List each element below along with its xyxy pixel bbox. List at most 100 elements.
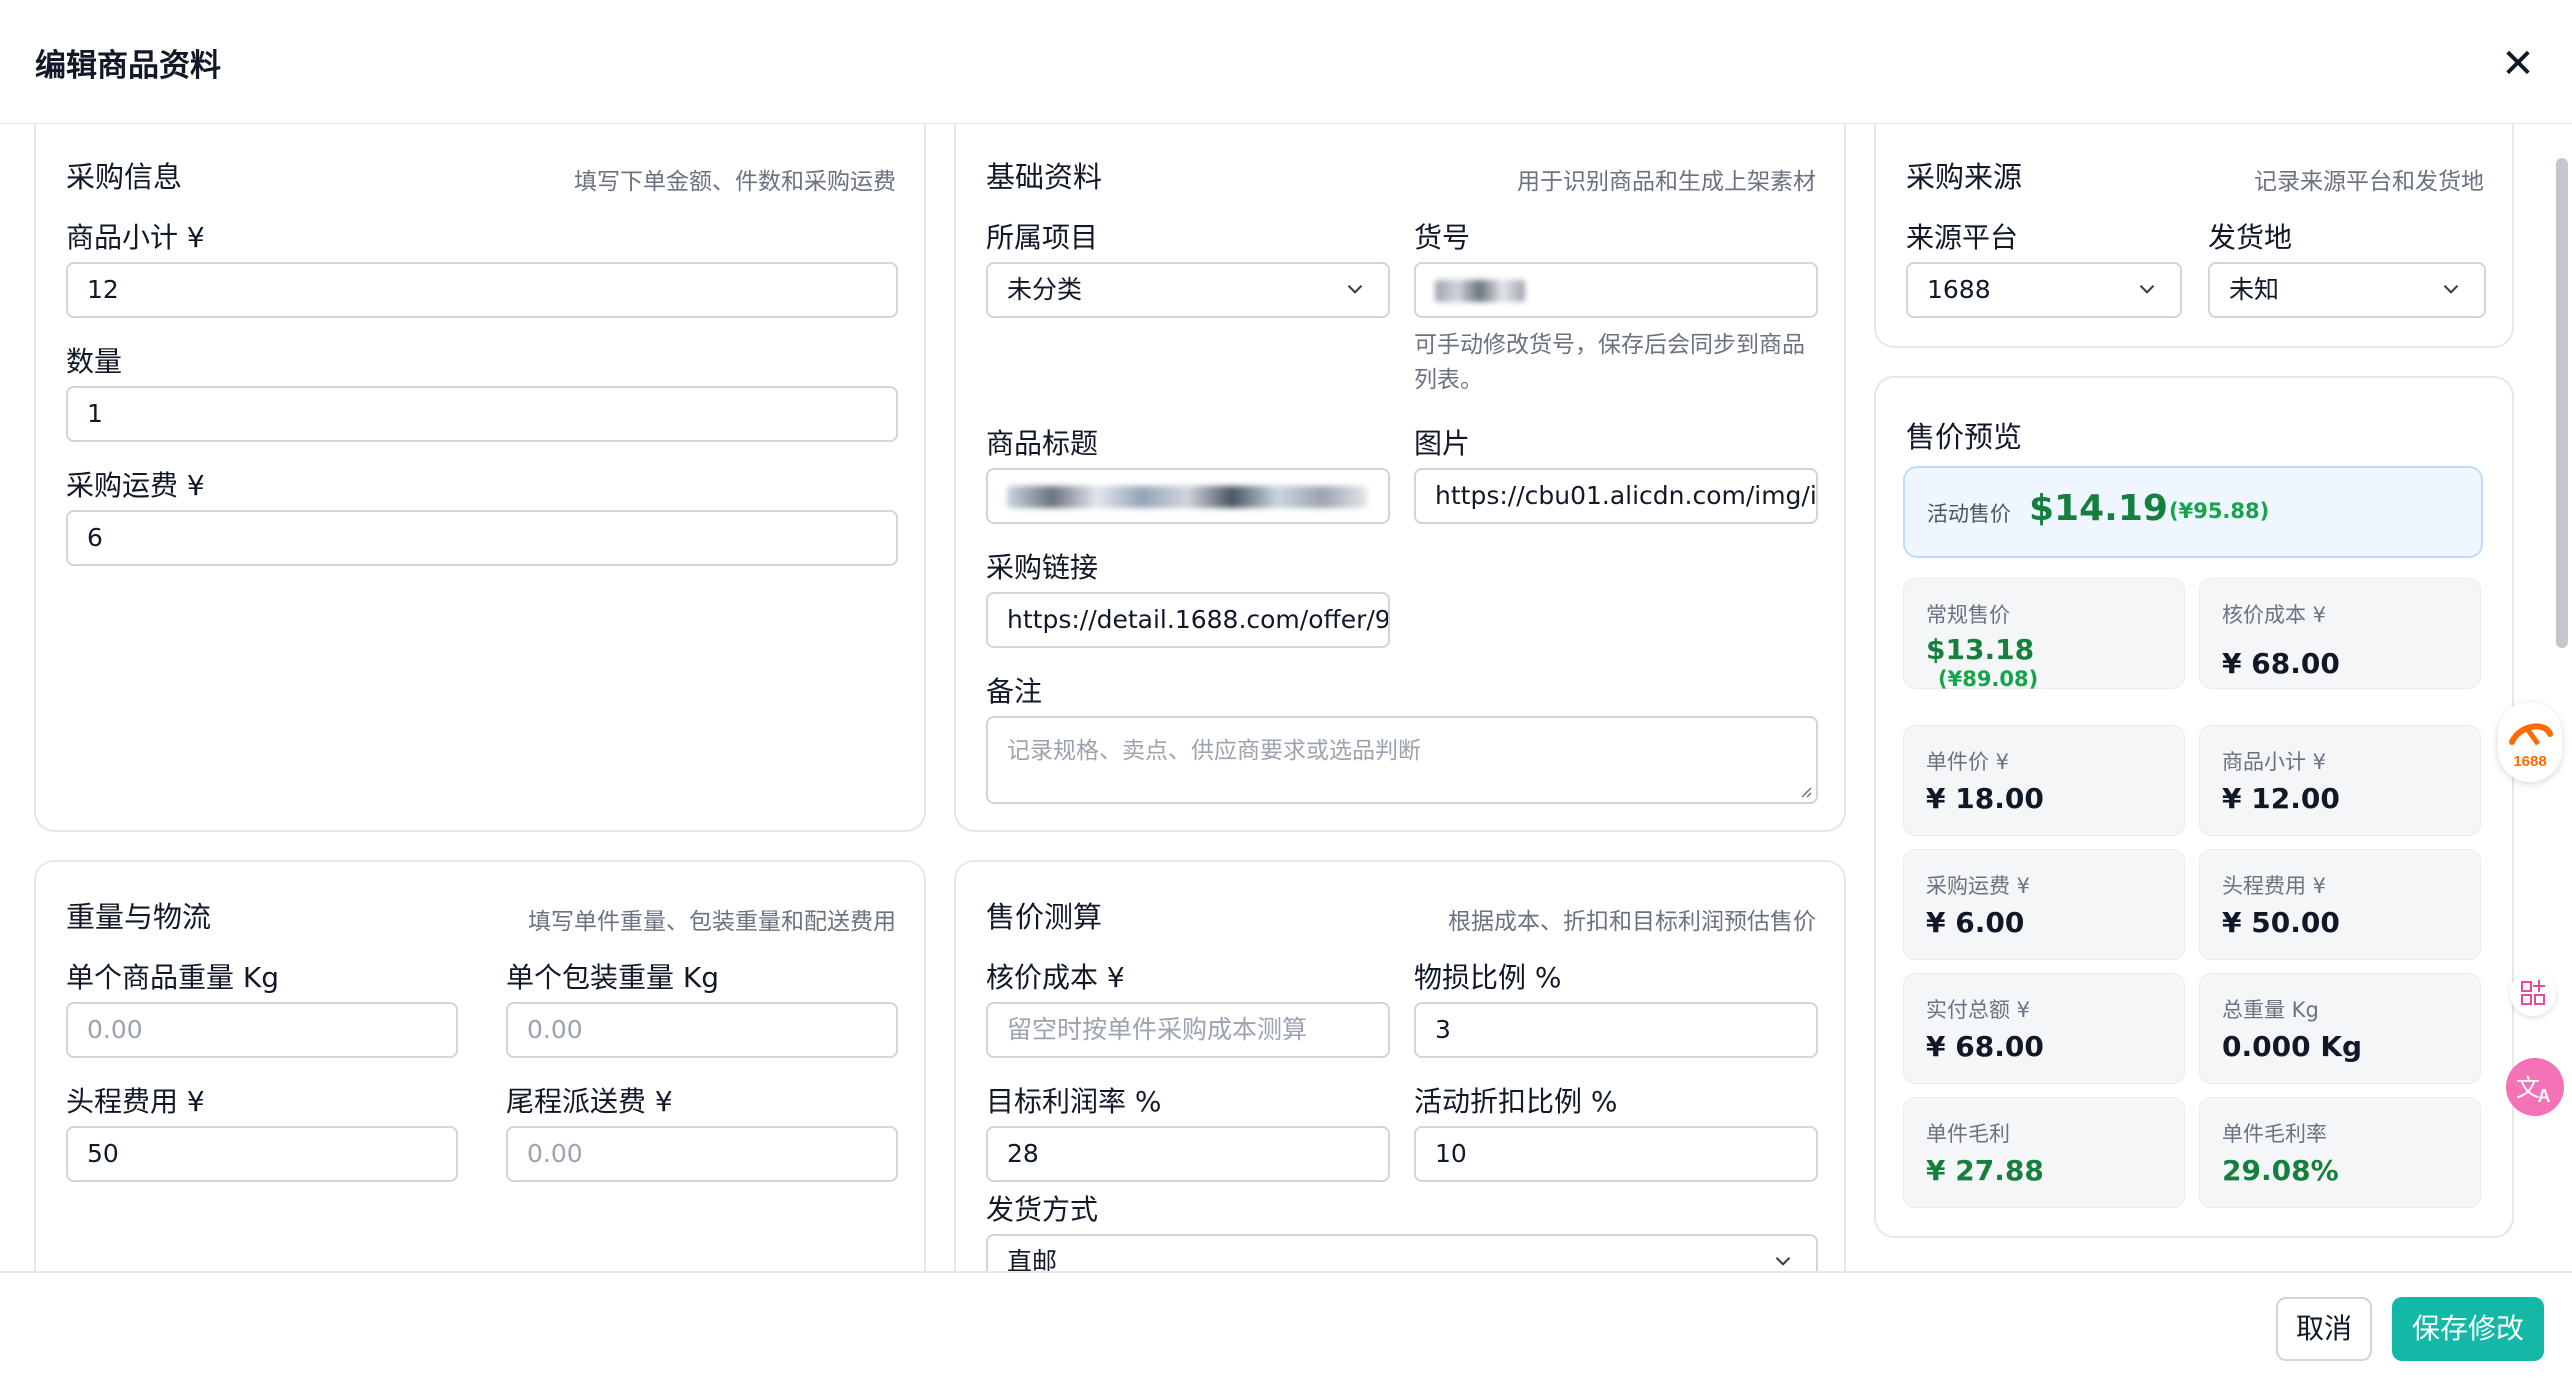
- dialog-header: 编辑商品资料 ✕: [0, 0, 2572, 124]
- scrollbar-thumb[interactable]: [2556, 158, 2568, 648]
- brand-1688-icon[interactable]: 1688: [2498, 702, 2562, 782]
- pack-weight-label: 单个包装重量 Kg: [506, 961, 720, 994]
- subtotal-input[interactable]: 12: [66, 262, 898, 318]
- stat-label: 头程费用 ¥: [2222, 874, 2327, 898]
- platform-select[interactable]: 1688: [1906, 262, 2182, 318]
- last-mile-label: 尾程派送费 ¥: [506, 1085, 673, 1118]
- stat-value: ¥ 68.00: [2222, 647, 2340, 680]
- note-placeholder: 记录规格、卖点、供应商要求或选品判断: [1007, 738, 1421, 764]
- stat-tile: 单件毛利率 29.08%: [2199, 1097, 2481, 1208]
- stat-label: 总重量 Kg: [2222, 998, 2319, 1022]
- discount-label: 活动折扣比例 %: [1414, 1085, 1618, 1118]
- cost-input[interactable]: 留空时按单件采购成本测算: [986, 1002, 1390, 1058]
- name-input[interactable]: [986, 468, 1390, 524]
- project-value: 未分类: [1007, 275, 1083, 304]
- redacted-title: [1007, 486, 1367, 508]
- origin-select[interactable]: 未知: [2208, 262, 2486, 318]
- stat-tile: 实付总额 ¥ ¥ 68.00: [1903, 973, 2185, 1084]
- purchase-card: 采购信息 填写下单金额、件数和采购运费 商品小计 ¥ 12 数量 1 采购运费 …: [34, 124, 926, 832]
- note-label: 备注: [986, 675, 1043, 708]
- origin-label: 发货地: [2208, 221, 2293, 254]
- apps-icon[interactable]: [2510, 970, 2556, 1016]
- basic-card: 基础资料 用于识别商品和生成上架素材 所属项目 未分类 货号 可手动修改货号，保…: [954, 124, 1846, 832]
- resize-handle-icon[interactable]: [1798, 784, 1812, 798]
- stat-label: 常规售价: [1926, 603, 2010, 627]
- freight-label: 采购运费 ¥: [66, 469, 205, 502]
- note-textarea[interactable]: 记录规格、卖点、供应商要求或选品判断: [986, 716, 1818, 804]
- name-label: 商品标题: [986, 427, 1099, 460]
- stat-label: 核价成本 ¥: [2222, 603, 2327, 627]
- weight-card: 重量与物流 填写单件重量、包装重量和配送费用 单个商品重量 Kg 0.00 单个…: [34, 860, 926, 1320]
- qty-input[interactable]: 1: [66, 386, 898, 442]
- last-mile-input[interactable]: 0.00: [506, 1126, 898, 1182]
- freight-input[interactable]: 6: [66, 510, 898, 566]
- link-input[interactable]: https://detail.1688.com/offer/902: [986, 592, 1390, 648]
- margin-label: 目标利润率 %: [986, 1085, 1162, 1118]
- card-subtitle: 记录来源平台和发货地: [2254, 169, 2484, 195]
- stat-value: ¥ 68.00: [1926, 1030, 2044, 1063]
- stat-tile: 单件价 ¥ ¥ 18.00: [1903, 725, 2185, 836]
- svg-text:文: 文: [2516, 1074, 2540, 1102]
- card-subtitle: 用于识别商品和生成上架素材: [1517, 169, 1816, 195]
- project-label: 所属项目: [986, 221, 1099, 254]
- cancel-button[interactable]: 取消: [2276, 1297, 2372, 1361]
- pricing-card: 售价测算 根据成本、折扣和目标利润预估售价 核价成本 ¥ 留空时按单件采购成本测…: [954, 860, 1846, 1320]
- stat-value: $13.18: [1926, 633, 2035, 666]
- dialog-footer: 取消 保存修改: [0, 1271, 2572, 1380]
- discount-input[interactable]: 10: [1414, 1126, 1818, 1182]
- project-select[interactable]: 未分类: [986, 262, 1390, 318]
- stat-value: ¥ 50.00: [2222, 906, 2340, 939]
- chevron-down-icon: [1347, 284, 1363, 294]
- stat-tile: 单件毛利 ¥ 27.88: [1903, 1097, 2185, 1208]
- margin-input[interactable]: 28: [986, 1126, 1390, 1182]
- translate-icon[interactable]: 文A: [2506, 1058, 2564, 1116]
- sku-label: 货号: [1414, 221, 1471, 254]
- image-url-input[interactable]: https://cbu01.alicdn.com/img/iba: [1414, 468, 1818, 524]
- first-leg-input[interactable]: 50: [66, 1126, 458, 1182]
- stat-tile: 核价成本 ¥ ¥ 68.00: [2199, 578, 2481, 689]
- svg-text:A: A: [2538, 1086, 2551, 1106]
- card-subtitle: 填写单件重量、包装重量和配送费用: [528, 909, 896, 935]
- card-subtitle: 填写下单金额、件数和采购运费: [574, 169, 896, 195]
- stat-label: 单件毛利: [1926, 1122, 2010, 1146]
- activity-price-label: 活动售价: [1927, 502, 2011, 526]
- stat-value: ¥ 27.88: [1926, 1154, 2044, 1187]
- close-icon[interactable]: ✕: [2496, 42, 2540, 86]
- link-label: 采购链接: [986, 551, 1099, 584]
- card-title: 采购来源: [1906, 160, 2023, 194]
- chevron-down-icon: [2139, 284, 2155, 294]
- stat-tile: 采购运费 ¥ ¥ 6.00: [1903, 849, 2185, 960]
- pack-weight-input[interactable]: 0.00: [506, 1002, 898, 1058]
- item-weight-label: 单个商品重量 Kg: [66, 961, 280, 994]
- loss-input[interactable]: 3: [1414, 1002, 1818, 1058]
- card-title: 售价测算: [986, 900, 1103, 934]
- card-subtitle: 根据成本、折扣和目标利润预估售价: [1448, 909, 1816, 935]
- card-title: 售价预览: [1906, 420, 2023, 454]
- loss-label: 物损比例 %: [1414, 961, 1562, 994]
- stat-tile: 商品小计 ¥ ¥ 12.00: [2199, 725, 2481, 836]
- stat-value: 29.08%: [2222, 1154, 2339, 1187]
- stat-label: 商品小计 ¥: [2222, 750, 2327, 774]
- ship-label: 发货方式: [986, 1193, 1099, 1226]
- brand-logo-icon: 1688: [2509, 723, 2553, 770]
- save-button[interactable]: 保存修改: [2392, 1297, 2544, 1361]
- card-title: 采购信息: [66, 160, 183, 194]
- origin-value: 未知: [2229, 275, 2280, 304]
- stat-label: 单件毛利率: [2222, 1122, 2327, 1146]
- stat-label: 单件价 ¥: [1926, 750, 2010, 774]
- redacted-sku: [1435, 280, 1525, 302]
- chevron-down-icon: [2443, 284, 2459, 294]
- cost-label: 核价成本 ¥: [986, 961, 1125, 994]
- stat-label: 实付总额 ¥: [1926, 998, 2031, 1022]
- activity-price-cny: (¥95.88): [2169, 499, 2270, 523]
- card-title: 重量与物流: [66, 900, 212, 934]
- svg-text:1688: 1688: [2513, 753, 2546, 770]
- item-weight-input[interactable]: 0.00: [66, 1002, 458, 1058]
- dialog-title: 编辑商品资料: [35, 48, 221, 84]
- stat-tile: 常规售价 $13.18 (¥89.08): [1903, 578, 2185, 691]
- stat-label: 采购运费 ¥: [1926, 874, 2031, 898]
- activity-price-usd: $14.19: [2029, 488, 2168, 529]
- stat-value: ¥ 6.00: [1926, 906, 2025, 939]
- sku-input[interactable]: [1414, 262, 1818, 318]
- source-card: 采购来源 记录来源平台和发货地 来源平台 1688 发货地 未知: [1874, 124, 2514, 348]
